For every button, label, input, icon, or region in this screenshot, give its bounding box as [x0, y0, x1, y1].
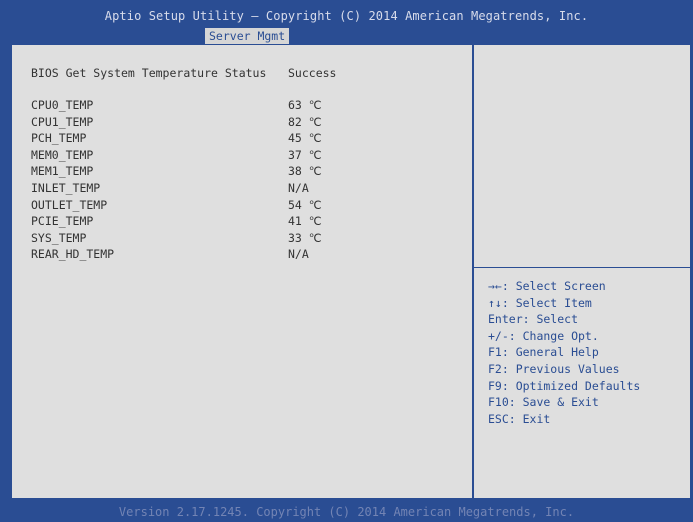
help-enter-select: Enter: Select [488, 312, 579, 327]
help-previous-values: F2: Previous Values [488, 361, 620, 376]
sensor-name: MEM1_TEMP [31, 164, 94, 179]
sensor-row-outlet: OUTLET_TEMP 54 ℃ [31, 197, 361, 214]
tab-server-mgmt[interactable]: Server Mgmt [205, 28, 290, 44]
sensor-value: 37 ℃ [288, 147, 322, 162]
help-change-opt: +/-: Change Opt. [488, 328, 599, 343]
status-label: BIOS Get System Temperature Status [31, 66, 267, 80]
sensor-name: INLET_TEMP [31, 180, 101, 195]
sensor-value: 41 ℃ [288, 214, 322, 229]
footer-bar: Version 2.17.1245. Copyright (C) 2014 Am… [0, 500, 693, 522]
sensor-value: 82 ℃ [288, 114, 322, 129]
sensor-name: OUTLET_TEMP [31, 197, 108, 212]
sensor-name: REAR_HD_TEMP [31, 247, 115, 262]
sensor-value: 63 ℃ [288, 98, 322, 112]
sensor-value: N/A [288, 247, 309, 262]
help-save-exit: F10: Save & Exit [488, 395, 599, 410]
sensor-name: PCIE_TEMP [31, 214, 94, 229]
header-bar: Aptio Setup Utility – Copyright (C) 2014… [0, 0, 693, 44]
help-divider [474, 267, 690, 268]
sensor-value: 33 ℃ [288, 230, 322, 245]
sensor-row-inlet: INLET_TEMP N/A [31, 180, 361, 197]
sensor-row-mem1: MEM1_TEMP 38 ℃ [31, 163, 361, 180]
main-panel: BIOS Get System Temperature Status Succe… [11, 44, 691, 499]
sensor-value: 45 ℃ [288, 131, 322, 146]
panel-divider-vertical [472, 45, 474, 498]
sensor-row-cpu0: CPU0_TEMP 63 ℃ [31, 97, 361, 114]
sensor-value: N/A [288, 180, 309, 195]
status-value: Success [288, 66, 337, 80]
sensor-row-pch: PCH_TEMP 45 ℃ [31, 130, 361, 147]
help-select-screen: →←: Select Screen [488, 279, 606, 293]
sensor-value: 38 ℃ [288, 164, 322, 179]
sensor-name: CPU1_TEMP [31, 114, 94, 129]
sensor-row-cpu1: CPU1_TEMP 82 ℃ [31, 114, 361, 131]
sensor-row-mem0: MEM0_TEMP 37 ℃ [31, 147, 361, 164]
sensor-row-pcie: PCIE_TEMP 41 ℃ [31, 213, 361, 230]
help-general-help: F1: General Help [488, 345, 599, 360]
sensor-name: SYS_TEMP [31, 230, 87, 245]
sensor-row-rear-hd: REAR_HD_TEMP N/A [31, 246, 361, 263]
version-text: Version 2.17.1245. Copyright (C) 2014 Am… [118, 505, 575, 519]
sensor-list: CPU0_TEMP 63 ℃ CPU1_TEMP 82 ℃ PCH_TEMP 4… [31, 97, 361, 263]
help-select-item: ↑↓: Select Item [488, 295, 592, 310]
sensor-name: PCH_TEMP [31, 131, 87, 146]
sensor-name: MEM0_TEMP [31, 147, 94, 162]
sensor-value: 54 ℃ [288, 197, 322, 212]
help-optimized-defaults: F9: Optimized Defaults [488, 378, 641, 393]
key-help-list: →←: Select Screen ↑↓: Select Item Enter:… [488, 278, 640, 427]
app-title: Aptio Setup Utility – Copyright (C) 2014… [104, 9, 589, 23]
sensor-row-sys: SYS_TEMP 33 ℃ [31, 230, 361, 247]
sensor-name: CPU0_TEMP [31, 98, 94, 112]
help-esc-exit: ESC: Exit [488, 411, 551, 426]
